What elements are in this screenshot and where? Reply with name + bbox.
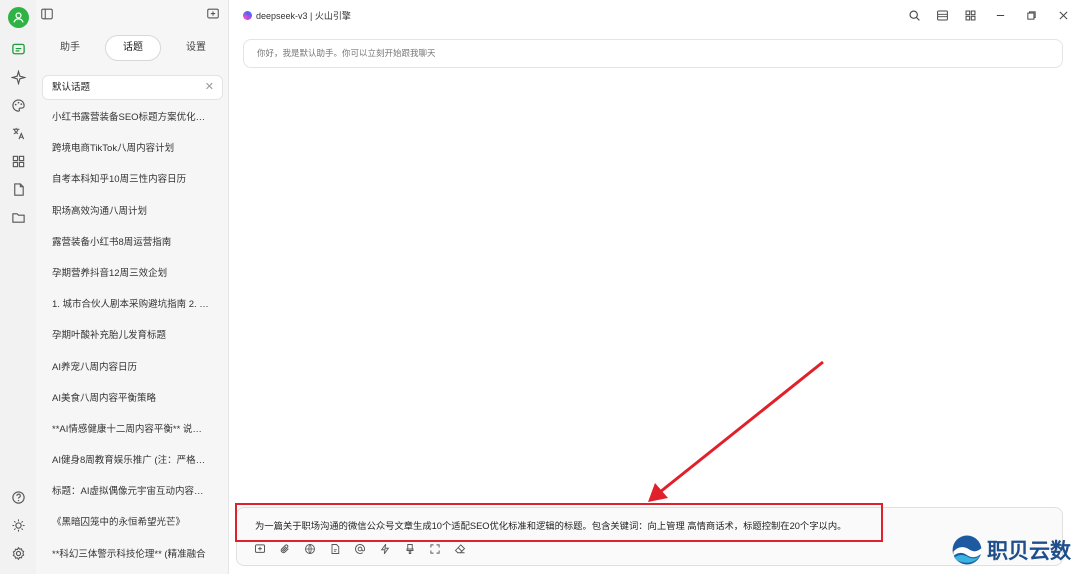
topic-item[interactable]: 自考本科知乎10周三性内容日历 [42, 166, 223, 197]
new-topic-icon[interactable] [206, 7, 222, 23]
layout-icon[interactable] [934, 7, 950, 23]
watermark: 职贝云数 [950, 529, 1078, 571]
icon-rail [0, 0, 36, 574]
topic-sidebar: 助手 话题 设置 默认话题 ✕ 小红书露营装备SEO标题方案优化总结 跨境电商T… [36, 0, 229, 574]
user-avatar[interactable] [8, 7, 29, 28]
clear-brush-icon[interactable] [403, 542, 417, 556]
watermark-logo [952, 535, 982, 565]
input-toolbar [253, 542, 467, 556]
attachment-icon[interactable] [278, 542, 292, 556]
assistant-greeting-message: 你好，我是默认助手。你可以立刻开始跟我聊天 [243, 39, 1063, 68]
chat-icon[interactable] [8, 39, 28, 59]
topic-item[interactable]: AI养宠八周内容日历 [42, 354, 223, 385]
quick-phrase-lightning-icon[interactable] [378, 542, 392, 556]
new-topic-button-icon[interactable] [253, 542, 267, 556]
topic-item[interactable]: 小红书露营装备SEO标题方案优化总结 [42, 104, 223, 135]
search-icon[interactable] [906, 7, 922, 23]
collapse-sidebar-icon[interactable] [40, 7, 56, 23]
topic-item[interactable]: AI健身8周教育娱乐推广 (注：严格遵循 [42, 447, 223, 478]
tab-settings[interactable]: 设置 [168, 35, 224, 61]
expand-icon[interactable] [428, 542, 442, 556]
restore-icon[interactable] [1023, 7, 1039, 23]
topic-list: 小红书露营装备SEO标题方案优化总结 跨境电商TikTok八周内容计划 自考本科… [42, 104, 223, 572]
close-window-icon[interactable] [1055, 7, 1071, 23]
sparkle-icon[interactable] [8, 67, 28, 87]
brightness-icon[interactable] [8, 515, 28, 535]
topic-item[interactable]: AI美食八周内容平衡策略 [42, 385, 223, 416]
help-icon[interactable] [8, 487, 28, 507]
close-icon[interactable]: ✕ [205, 76, 214, 99]
settings-gear-icon[interactable] [8, 543, 28, 563]
topic-item[interactable]: 露营装备小红书8周运营指南 [42, 229, 223, 260]
web-search-globe-icon[interactable] [303, 542, 317, 556]
knowledge-base-icon[interactable] [328, 542, 342, 556]
topic-item[interactable]: 跨境电商TikTok八周内容计划 [42, 135, 223, 166]
active-topic-label: 默认话题 [52, 82, 91, 93]
topic-item[interactable]: 标题：AI虚拟偶像元宇宙互动内容日历 [42, 478, 223, 509]
watermark-text: 职贝云数 [987, 539, 1071, 563]
model-label: deepseek-v3 | 火山引擎 [256, 11, 351, 21]
topic-item[interactable]: **科幻三体警示科技伦理** (精准融合 [42, 541, 223, 572]
translate-icon[interactable] [8, 123, 28, 143]
palette-icon[interactable] [8, 95, 28, 115]
sidebar-toolbar [36, 0, 229, 30]
tab-assistant[interactable]: 助手 [42, 35, 98, 61]
title-bar: deepseek-v3 | 火山引擎 [229, 0, 1080, 30]
topic-item[interactable]: 孕期叶酸补充胎儿发育标题 [42, 322, 223, 353]
topic-item[interactable]: 1. 城市合伙人剧本采购避坑指南 2. 剧本杀 [42, 291, 223, 322]
files-icon[interactable] [8, 179, 28, 199]
model-selector[interactable]: deepseek-v3 | 火山引擎 [243, 9, 351, 22]
tab-topics[interactable]: 话题 [105, 35, 161, 61]
active-topic-item[interactable]: 默认话题 ✕ [42, 75, 223, 100]
topic-item[interactable]: 孕期营养抖音12周三效企划 [42, 260, 223, 291]
grid-view-icon[interactable] [962, 7, 978, 23]
folder-icon[interactable] [8, 207, 28, 227]
topic-item[interactable]: **AI情感健康十二周内容平衡** 说明： [42, 416, 223, 447]
mention-at-icon[interactable] [353, 542, 367, 556]
model-logo-icon [243, 11, 252, 20]
sidebar-tabs: 助手 话题 设置 [42, 35, 224, 61]
apps-grid-icon[interactable] [8, 151, 28, 171]
annotation-highlight-box [235, 503, 883, 542]
annotation-arrow [648, 360, 824, 502]
topic-item[interactable]: 《黑暗囚笼中的永恒希望光芒》 [42, 509, 223, 540]
eraser-icon[interactable] [453, 542, 467, 556]
topic-item[interactable]: 职场高效沟通八周计划 [42, 198, 223, 229]
minimize-icon[interactable] [992, 7, 1008, 23]
